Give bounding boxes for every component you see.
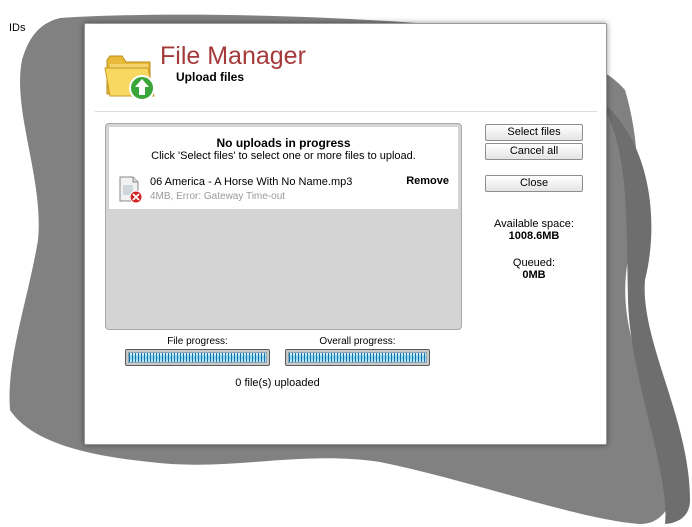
file-name: 06 America - A Horse With No Name.mp3 [150,176,353,188]
upload-status-title: No uploads in progress [216,136,351,150]
overall-progress-track [288,352,427,363]
corner-label: IDs [9,22,26,34]
close-button[interactable]: Close [485,175,583,192]
file-progress-label: File progress: [167,336,228,347]
upload-list-panel: No uploads in progress Click 'Select fil… [105,123,462,330]
overall-progress-bar [285,349,430,366]
queued-info: Queued: 0MB [481,257,587,281]
app-title: File Manager [160,42,306,70]
upload-status-hint: Click 'Select files' to select one or mo… [151,150,416,162]
available-space-info: Available space: 1008.6MB [481,218,587,242]
header-divider [95,111,597,112]
file-error-icon [119,176,143,204]
remove-file-button[interactable]: Remove [406,175,449,187]
available-space-value: 1008.6MB [508,230,560,242]
available-space-label: Available space: [494,218,574,230]
file-status: 4MB, Error: Gateway Time-out [150,191,286,202]
list-item: 06 America - A Horse With No Name.mp3 4M… [109,173,458,207]
folder-upload-icon [104,55,155,101]
uploaded-count: 0 file(s) uploaded [235,377,320,389]
cancel-all-button[interactable]: Cancel all [485,143,583,160]
queued-value: 0MB [522,269,546,281]
upload-list: No uploads in progress Click 'Select fil… [109,127,458,209]
dialog-header: File Manager Upload files [85,24,606,112]
upload-dialog: File Manager Upload files No uploads in … [84,23,607,445]
screen: IDs File Manager Upload files No uploads… [0,0,692,527]
page-subtitle: Upload files [176,70,245,84]
file-progress-track [128,352,267,363]
queued-label: Queued: [512,257,556,269]
select-files-button[interactable]: Select files [485,124,583,141]
overall-progress-label: Overall progress: [319,336,396,347]
file-progress-bar [125,349,270,366]
